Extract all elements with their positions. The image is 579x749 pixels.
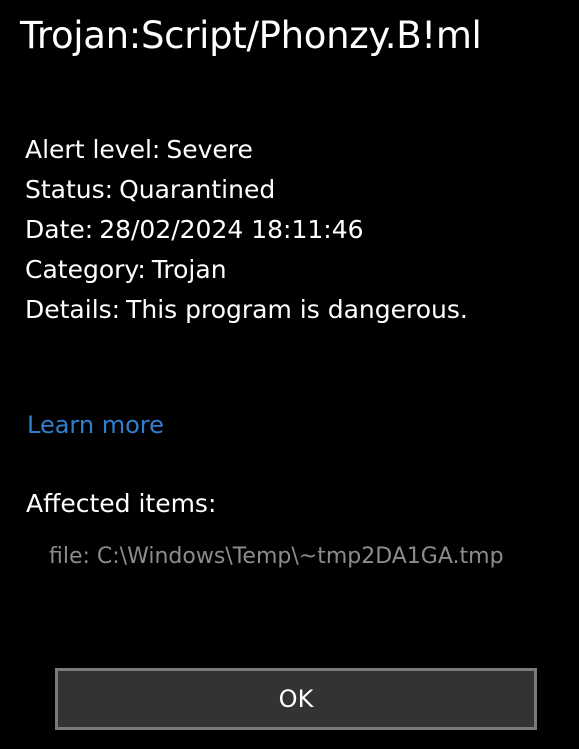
detail-row-alert-level: Alert level: Severe	[25, 130, 468, 170]
detail-label: Status:	[25, 175, 114, 204]
detail-value: Severe	[166, 135, 253, 164]
detail-value: This program is dangerous.	[126, 295, 468, 324]
affected-item: file: C:\Windows\Temp\~tmp2DA1GA.tmp	[49, 544, 504, 569]
detail-label: Alert level:	[25, 135, 161, 164]
ok-button[interactable]: OK	[55, 668, 537, 730]
detail-row-details: Details: This program is dangerous.	[25, 290, 468, 330]
detail-value: Trojan	[151, 255, 227, 284]
affected-items-heading: Affected items:	[26, 489, 217, 518]
detail-label: Details:	[25, 295, 121, 324]
detail-row-status: Status: Quarantined	[25, 170, 468, 210]
detail-value: Quarantined	[119, 175, 276, 204]
detail-label: Category:	[25, 255, 146, 284]
detail-value: 28/02/2024 18:11:46	[99, 215, 364, 244]
threat-details-list: Alert level: Severe Status: Quarantined Da…	[25, 130, 468, 330]
threat-details-dialog: Trojan:Script/Phonzy.B!ml Alert level: Se…	[0, 0, 579, 749]
detail-label: Date:	[25, 215, 94, 244]
detail-row-date: Date: 28/02/2024 18:11:46	[25, 210, 468, 250]
detail-row-category: Category: Trojan	[25, 250, 468, 290]
learn-more-link[interactable]: Learn more	[27, 411, 164, 439]
threat-name-title: Trojan:Script/Phonzy.B!ml	[20, 14, 482, 57]
affected-items-list: file: C:\Windows\Temp\~tmp2DA1GA.tmp	[49, 544, 504, 569]
